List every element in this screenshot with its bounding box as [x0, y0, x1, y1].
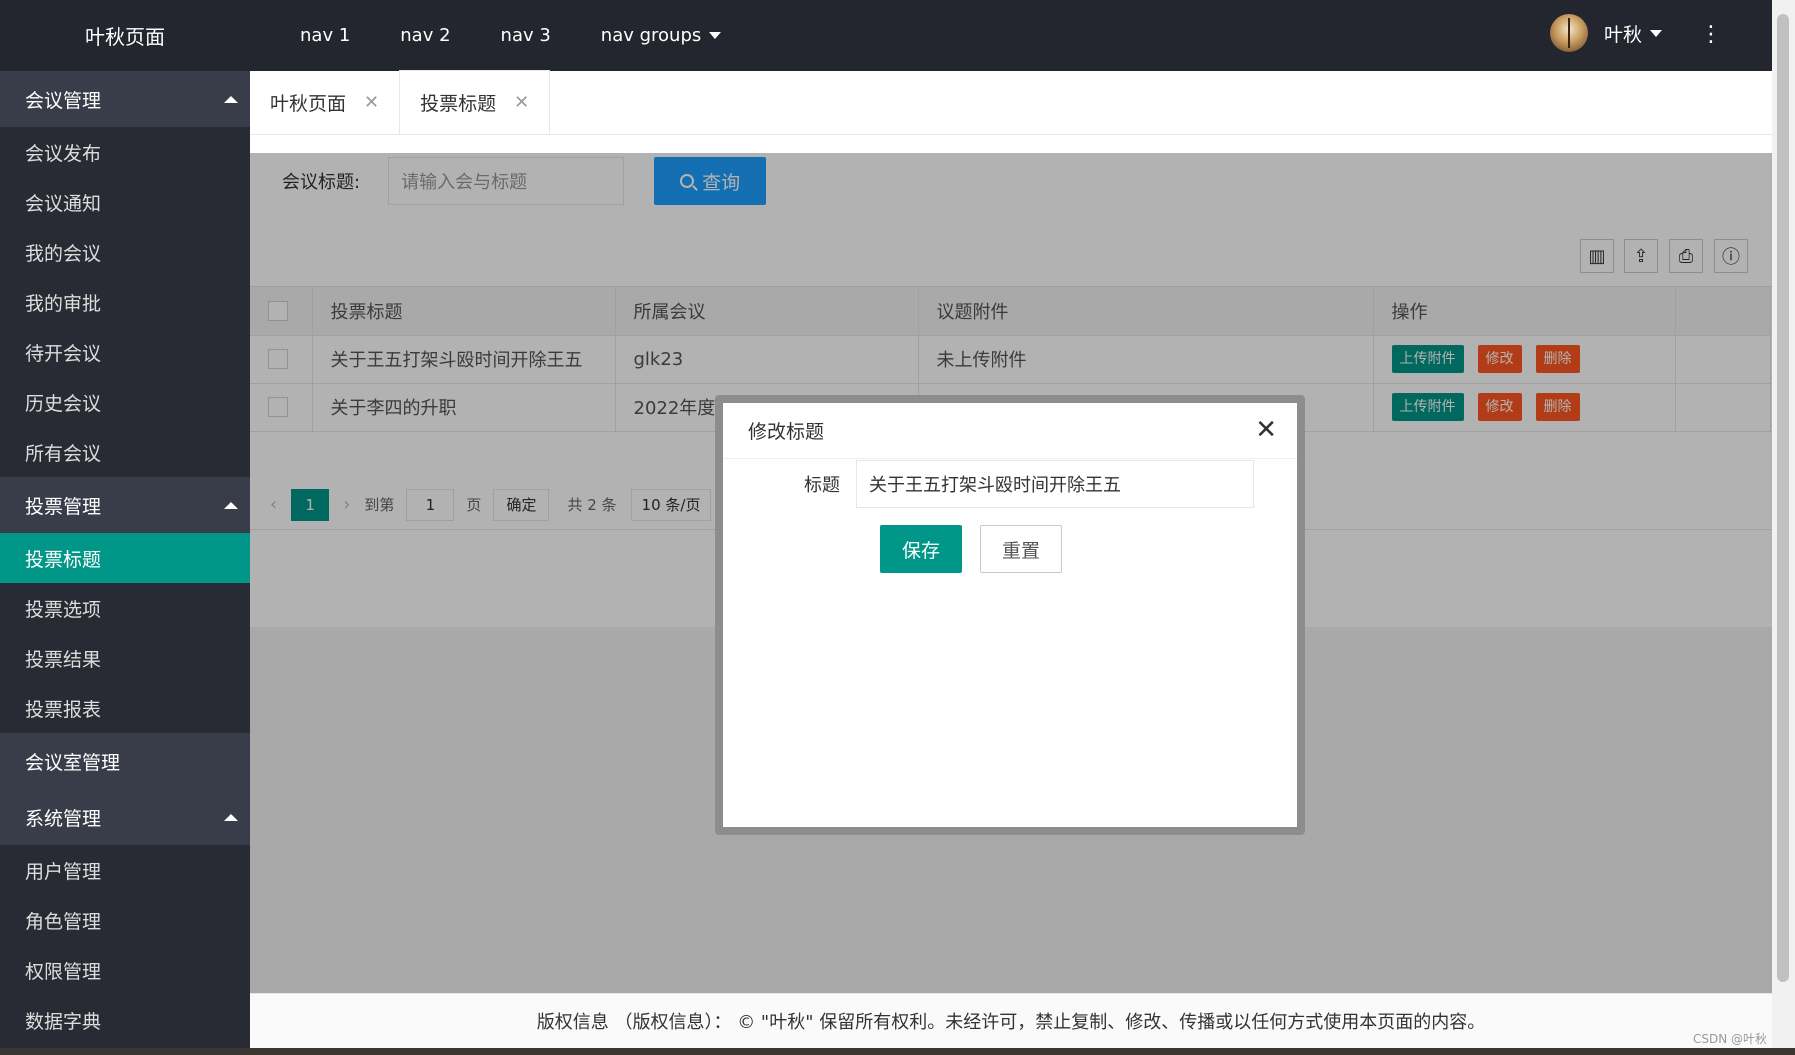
- sidebar-item[interactable]: 会议通知: [0, 177, 250, 227]
- sidebar-group-system[interactable]: 系统管理: [0, 789, 250, 845]
- dialog-title: 修改标题: [748, 421, 825, 443]
- chevron-down-icon: [1650, 29, 1662, 37]
- dialog-form-row: 标题 关于王五打架斗殴时间开除王五: [723, 460, 1297, 508]
- more-vertical-icon[interactable]: ⋮: [1700, 22, 1722, 47]
- sidebar-logo[interactable]: 叶秋页面: [0, 0, 250, 71]
- footer: 版权信息 （版权信息）： © "叶秋" 保留所有权利。未经许可，禁止复制、修改、…: [250, 993, 1772, 1048]
- title-field[interactable]: 关于王五打架斗殴时间开除王五: [856, 460, 1254, 508]
- nav-link-1[interactable]: nav 1: [300, 25, 350, 46]
- sidebar-group-label: 系统管理: [25, 807, 102, 830]
- nav-groups-dropdown[interactable]: nav groups: [600, 25, 722, 46]
- sidebar-group-label: 会议管理: [25, 89, 102, 112]
- close-icon[interactable]: ✕: [364, 92, 379, 113]
- sidebar-item[interactable]: 会议发布: [0, 127, 250, 177]
- sidebar-item[interactable]: 数据字典: [0, 995, 250, 1045]
- sidebar-item-active[interactable]: 投票标题: [0, 533, 250, 583]
- sidebar-group-vote[interactable]: 投票管理: [0, 477, 250, 533]
- user-name: 叶秋: [1603, 23, 1642, 46]
- chevron-down-icon: [709, 32, 722, 39]
- sidebar-item[interactable]: 我的会议: [0, 227, 250, 277]
- sidebar-group-label: 投票管理: [25, 495, 102, 518]
- sidebar-item[interactable]: 投票报表: [0, 683, 250, 733]
- sidebar-item[interactable]: 我的审批: [0, 277, 250, 327]
- title-field-label: 标题: [804, 475, 840, 496]
- nav-link-2[interactable]: nav 2: [400, 25, 450, 46]
- reset-button[interactable]: 重置: [980, 525, 1062, 573]
- top-nav: nav 1 nav 2 nav 3 nav groups 叶秋 ⋮: [250, 0, 1772, 71]
- sidebar-item[interactable]: 投票选项: [0, 583, 250, 633]
- tab-label: 投票标题: [420, 93, 497, 115]
- tab-label: 叶秋页面: [270, 92, 347, 115]
- page-scrollbar[interactable]: [1772, 0, 1795, 1048]
- sidebar-group-meeting[interactable]: 会议管理: [0, 71, 250, 127]
- dialog-header: 修改标题 ✕: [723, 403, 1297, 459]
- user-menu[interactable]: 叶秋: [1549, 14, 1662, 52]
- scrollbar-thumb[interactable]: [1777, 14, 1789, 982]
- sidebar-item[interactable]: 权限管理: [0, 945, 250, 995]
- nav-link-3[interactable]: nav 3: [501, 25, 551, 46]
- close-icon[interactable]: ✕: [514, 92, 529, 113]
- footer-copyright: 版权信息 （版权信息）： © "叶秋" 保留所有权利。未经许可，禁止复制、修改、…: [536, 1012, 1486, 1033]
- taskbar-strip: [0, 1048, 1795, 1055]
- close-icon[interactable]: ✕: [1255, 415, 1277, 445]
- sidebar-item[interactable]: 投票结果: [0, 633, 250, 683]
- sidebar-item[interactable]: 待开会议: [0, 327, 250, 377]
- nav-groups-label: nav groups: [600, 25, 702, 46]
- edit-title-dialog: 修改标题 ✕ 标题 关于王五打架斗殴时间开除王五 保存 重置: [715, 395, 1305, 835]
- sidebar: 叶秋页面 会议管理 会议发布 会议通知 我的会议 我的审批 待开会议 历史会议 …: [0, 0, 250, 1048]
- tab-vote-title[interactable]: 投票标题 ✕: [399, 70, 551, 134]
- sidebar-group-label: 会议室管理: [25, 751, 121, 774]
- sidebar-item[interactable]: 历史会议: [0, 377, 250, 427]
- watermark: CSDN @叶秋: [1692, 1032, 1767, 1046]
- collapse-arrow-icon: [224, 501, 238, 509]
- save-button[interactable]: 保存: [880, 525, 962, 573]
- avatar: [1549, 14, 1588, 52]
- collapse-arrow-icon: [224, 95, 238, 103]
- tab-bar: 叶秋页面 ✕ 投票标题 ✕: [250, 70, 1772, 135]
- sidebar-item[interactable]: 用户管理: [0, 845, 250, 895]
- sidebar-item[interactable]: 角色管理: [0, 895, 250, 945]
- sidebar-group-room[interactable]: 会议室管理: [0, 733, 250, 789]
- sidebar-item[interactable]: 所有会议: [0, 427, 250, 477]
- dialog-actions: 保存 重置: [880, 525, 1297, 573]
- collapse-arrow-icon: [224, 813, 238, 821]
- tab-home[interactable]: 叶秋页面 ✕: [250, 70, 399, 134]
